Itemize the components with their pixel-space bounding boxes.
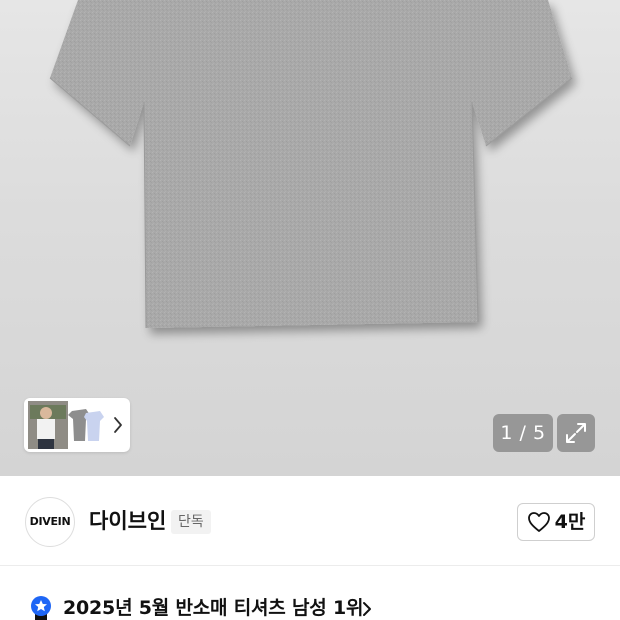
expand-icon	[566, 423, 586, 443]
exclusive-badge: 단독	[171, 510, 211, 534]
chevron-right-icon	[114, 417, 122, 433]
thumbnail-preview-button[interactable]	[24, 398, 130, 452]
brand-row: DIVEIN 다이브인 단독 4만	[0, 476, 620, 566]
fullscreen-button[interactable]	[557, 414, 595, 452]
brand-logo[interactable]: DIVEIN	[25, 497, 75, 547]
like-count: 4만	[554, 511, 586, 533]
product-image-gallery[interactable]: 1 / 5	[0, 0, 620, 476]
brand-like-button[interactable]: 4만	[517, 503, 595, 541]
image-counter: 1 / 5	[493, 414, 553, 452]
thumbnail-images	[28, 401, 104, 449]
brand-name-link[interactable]: 다이브인	[89, 508, 166, 534]
ranking-link[interactable]: 2025년 5월 반소매 티셔츠 남성 1위	[0, 588, 620, 620]
heart-icon	[527, 512, 550, 532]
chevron-right-icon	[363, 602, 371, 616]
ranking-medal-icon	[31, 596, 51, 620]
ranking-text: 2025년 5월 반소매 티셔츠 남성 1위	[63, 597, 364, 619]
